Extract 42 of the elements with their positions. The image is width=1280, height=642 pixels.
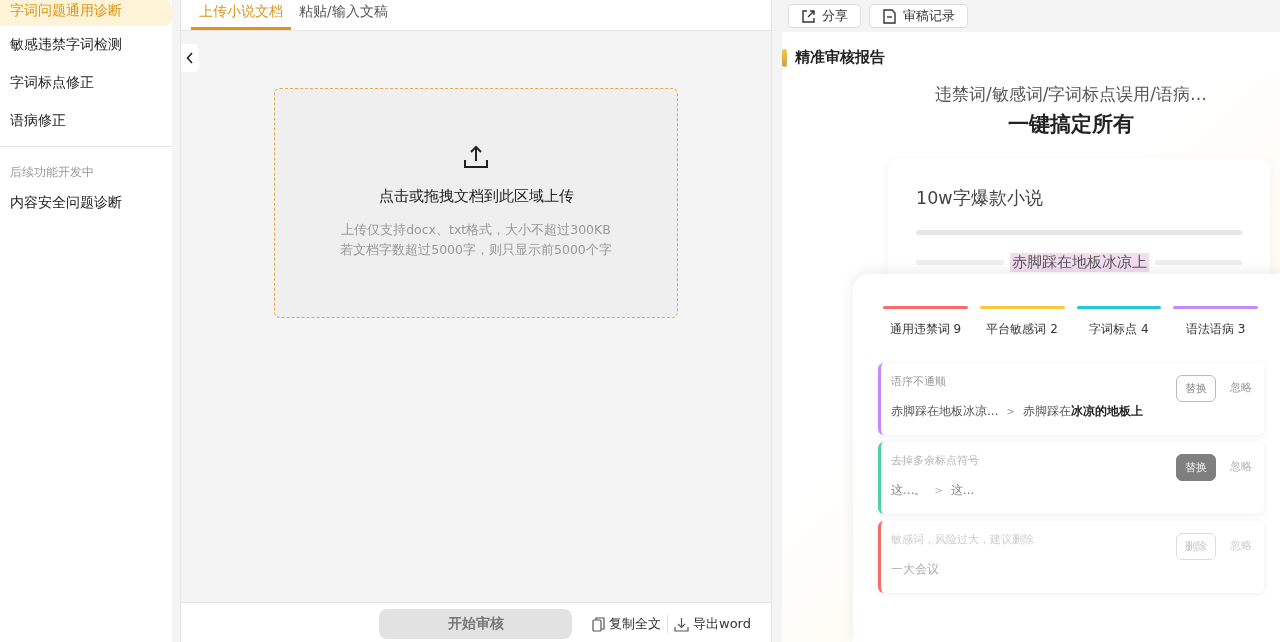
collapse-button[interactable] — [181, 44, 199, 72]
sidebar-item[interactable]: 字词标点修正 — [0, 64, 172, 102]
arrow-icon: > — [1006, 406, 1015, 417]
original-text: 赤脚踩在地板冰凉... — [891, 403, 999, 420]
record-button[interactable]: 审稿记录 — [869, 4, 968, 28]
action-button[interactable]: 替换 — [1176, 375, 1216, 402]
sidebar-item[interactable]: 内容安全问题诊断 — [0, 184, 172, 222]
copy-icon — [592, 616, 605, 632]
upload-hint: 若文档字数超过5000字，则只显示前5000个字 — [340, 241, 612, 259]
replacement-text: 这... — [950, 482, 975, 499]
category-tab[interactable]: 字词标点 4 — [1089, 321, 1149, 338]
download-button[interactable]: 导出word — [667, 615, 757, 633]
section-label: 后续功能开发中 — [9, 164, 95, 181]
promo-subtitle: 违禁词/敏感词/字词标点误用/语病… — [934, 83, 1208, 106]
original-text: 一大会议 — [891, 561, 939, 578]
document-title: 10w字爆款小说 — [916, 187, 1044, 210]
tab[interactable]: 粘贴/输入文稿 — [291, 0, 396, 30]
action-button[interactable]: 替换 — [1176, 454, 1216, 481]
original-text: 这...。 — [891, 482, 927, 499]
sidebar-item[interactable]: 语病修正 — [0, 102, 172, 140]
chevron-left-icon — [186, 52, 194, 64]
copy-button[interactable]: 复制全文 — [586, 615, 667, 633]
download-icon — [674, 616, 689, 632]
report-title: 精准审核报告 — [795, 48, 885, 67]
category-tab[interactable]: 语法语病 3 — [1185, 321, 1246, 338]
highlighted-text: 赤脚踩在地板冰凉上 — [1009, 253, 1149, 272]
arrow-icon: > — [934, 485, 943, 496]
document-icon — [882, 8, 897, 24]
accent-bar — [782, 48, 787, 67]
issue-hint: 去掉多余标点符号 — [891, 454, 980, 468]
category-tab[interactable]: 平台敏感词 2 — [986, 321, 1058, 338]
upload-hint: 上传仅支持docx、txt格式，大小不超过300KB — [341, 221, 611, 239]
upload-area[interactable]: 点击或拖拽文档到此区域上传 上传仅支持docx、txt格式，大小不超过300KB 若文档字数超过5000字，则只显示前5000个字 — [274, 88, 678, 318]
share-button[interactable]: 分享 — [788, 4, 861, 28]
upload-title: 点击或拖拽文档到此区域上传 — [378, 187, 574, 206]
category-tab[interactable]: 通用违禁词 9 — [889, 321, 962, 338]
share-icon — [801, 8, 816, 24]
replacement-text: 赤脚踩在冰凉的地板上 — [1022, 403, 1143, 420]
upload-icon — [463, 145, 489, 169]
sidebar-item[interactable]: 敏感违禁字词检测 — [0, 26, 172, 64]
issue-hint: 语序不通顺 — [891, 375, 947, 389]
promo-headline: 一键搞定所有 — [1008, 111, 1134, 138]
